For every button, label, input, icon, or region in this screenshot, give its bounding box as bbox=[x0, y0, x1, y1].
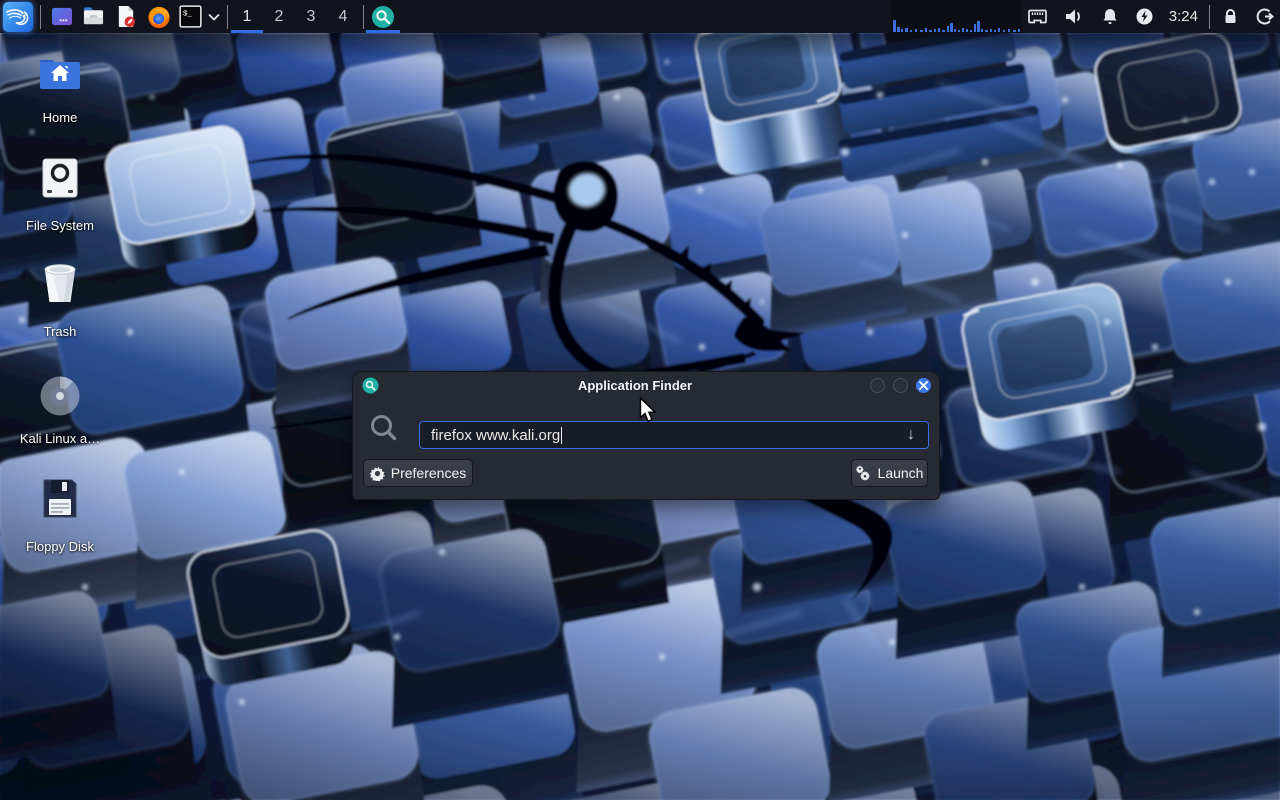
svg-text:$_: $_ bbox=[182, 11, 192, 19]
